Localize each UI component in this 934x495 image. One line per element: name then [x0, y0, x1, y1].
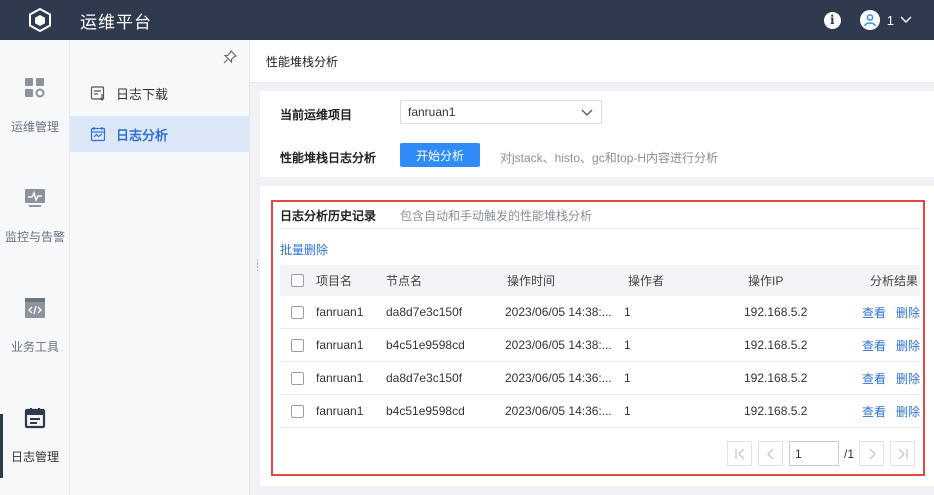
row-checkbox[interactable] — [291, 305, 304, 319]
project-select-value: fanruan1 — [408, 105, 456, 119]
cell-node: b4c51e9598cd — [386, 404, 465, 418]
cell-ip: 192.168.5.2 — [744, 404, 808, 418]
cell-operator: 1 — [624, 338, 631, 352]
user-name[interactable]: 1 — [887, 13, 894, 28]
cell-project: fanruan1 — [316, 404, 364, 418]
cell-time: 2023/06/05 14:38:... — [505, 338, 612, 352]
analysis-label: 性能堆栈日志分析 — [280, 151, 377, 165]
cell-time: 2023/06/05 14:38:... — [505, 305, 612, 319]
nav-item-log-management[interactable]: 日志管理 — [0, 406, 70, 495]
page-header: 性能堆栈分析 — [250, 40, 934, 83]
project-label: 当前运维项目 — [280, 108, 353, 122]
sub-nav-log-download[interactable]: 日志下载 — [70, 75, 249, 111]
cell-project: fanruan1 — [316, 338, 364, 352]
column-header[interactable]: 操作IP — [748, 265, 783, 296]
sub-nav-log-analysis[interactable]: 日志分析 — [70, 116, 249, 152]
pin-icon[interactable] — [223, 50, 237, 67]
primary-sidebar: 运维管理 监控与告警 业务工具 日志管理 — [0, 40, 70, 495]
cell-time: 2023/06/05 14:36:... — [505, 404, 612, 418]
last-page-button[interactable] — [890, 441, 916, 466]
nav-item-monitoring[interactable]: 监控与告警 — [0, 186, 70, 276]
table-row: fanruan1 b4c51e9598cd 2023/06/05 14:38:.… — [280, 329, 920, 362]
table-row: fanruan1 b4c51e9598cd 2023/06/05 14:36:.… — [280, 395, 920, 428]
dashboard-grid-icon — [24, 76, 46, 100]
table-header: 项目名 节点名 操作时间 操作者 操作IP 分析结果 — [280, 265, 920, 296]
active-indicator — [0, 414, 3, 478]
divider — [280, 228, 920, 229]
cell-operator: 1 — [624, 371, 631, 385]
history-table: 项目名 节点名 操作时间 操作者 操作IP 分析结果 fanruan1 da8d… — [280, 265, 920, 428]
cell-time: 2023/06/05 14:36:... — [505, 371, 612, 385]
total-pages: /1 — [844, 446, 855, 461]
chevron-down-icon[interactable] — [900, 13, 912, 27]
cell-project: fanruan1 — [316, 305, 364, 319]
view-link[interactable]: 查看 — [862, 395, 886, 427]
cell-node: b4c51e9598cd — [386, 338, 465, 352]
start-analysis-button[interactable]: 开始分析 — [400, 143, 480, 167]
analysis-form-card: 当前运维项目 fanruan1 性能堆栈日志分析 开始分析 对jstack、hi… — [260, 91, 934, 177]
cell-ip: 192.168.5.2 — [744, 305, 808, 319]
table-row: fanruan1 da8d7e3c150f 2023/06/05 14:38:.… — [280, 296, 920, 329]
secondary-sidebar: 日志下载 日志分析 — [70, 40, 250, 495]
info-icon[interactable]: i — [823, 11, 841, 29]
history-subtitle: 包含自动和手动触发的性能堆栈分析 — [400, 209, 593, 223]
delete-link[interactable]: 删除 — [896, 395, 920, 427]
select-all-checkbox[interactable] — [291, 274, 304, 287]
analysis-hint: 对jstack、histo、gc和top-H内容进行分析 — [500, 151, 719, 165]
monitor-icon — [24, 186, 46, 210]
chevron-down-icon — [581, 107, 593, 121]
column-header[interactable]: 操作时间 — [507, 265, 555, 296]
code-window-icon — [24, 296, 46, 320]
row-checkbox[interactable] — [291, 371, 304, 385]
cell-ip: 192.168.5.2 — [744, 371, 808, 385]
column-header[interactable]: 操作者 — [628, 265, 664, 296]
page-number-input[interactable]: 1 — [789, 441, 839, 466]
cell-ip: 192.168.5.2 — [744, 338, 808, 352]
log-analysis-icon — [90, 126, 106, 142]
nav-label: 日志管理 — [10, 450, 59, 464]
row-checkbox[interactable] — [291, 338, 304, 352]
log-download-icon — [90, 85, 106, 101]
cell-node: da8d7e3c150f — [386, 305, 463, 319]
row-checkbox[interactable] — [291, 404, 304, 418]
app-logo-icon[interactable] — [27, 7, 53, 33]
nav-label: 监控与告警 — [4, 230, 65, 244]
calendar-log-icon — [24, 406, 46, 430]
cell-node: da8d7e3c150f — [386, 371, 463, 385]
table-row: fanruan1 da8d7e3c150f 2023/06/05 14:36:.… — [280, 362, 920, 395]
page-title: 性能堆栈分析 — [266, 54, 339, 69]
cell-project: fanruan1 — [316, 371, 364, 385]
column-header[interactable]: 节点名 — [386, 265, 422, 296]
nav-item-business-tools[interactable]: 业务工具 — [0, 296, 70, 386]
pagination: 1 /1 — [727, 441, 916, 466]
column-header[interactable]: 项目名 — [316, 265, 352, 296]
user-avatar-icon[interactable] — [859, 10, 880, 30]
top-bar: 运维平台 i 1 — [0, 0, 934, 40]
cell-operator: 1 — [624, 305, 631, 319]
view-link[interactable]: 查看 — [862, 329, 886, 361]
next-page-button[interactable] — [859, 441, 885, 466]
nav-label: 业务工具 — [10, 340, 59, 354]
project-select[interactable]: fanruan1 — [400, 100, 602, 124]
cell-operator: 1 — [624, 404, 631, 418]
history-title: 日志分析历史记录 — [280, 209, 377, 223]
batch-delete-link[interactable]: 批量删除 — [280, 241, 328, 258]
delete-link[interactable]: 删除 — [896, 329, 920, 361]
delete-link[interactable]: 删除 — [896, 362, 920, 394]
prev-page-button[interactable] — [758, 441, 783, 466]
sub-nav-label: 日志分析 — [116, 127, 169, 143]
view-link[interactable]: 查看 — [862, 362, 886, 394]
delete-link[interactable]: 删除 — [896, 296, 920, 328]
nav-label: 运维管理 — [10, 120, 59, 134]
nav-item-ops-management[interactable]: 运维管理 — [0, 76, 70, 166]
first-page-button[interactable] — [727, 441, 752, 466]
view-link[interactable]: 查看 — [862, 296, 886, 328]
app-title: 运维平台 — [80, 12, 152, 32]
column-header[interactable]: 分析结果 — [870, 265, 918, 296]
sub-nav-label: 日志下载 — [116, 86, 169, 102]
